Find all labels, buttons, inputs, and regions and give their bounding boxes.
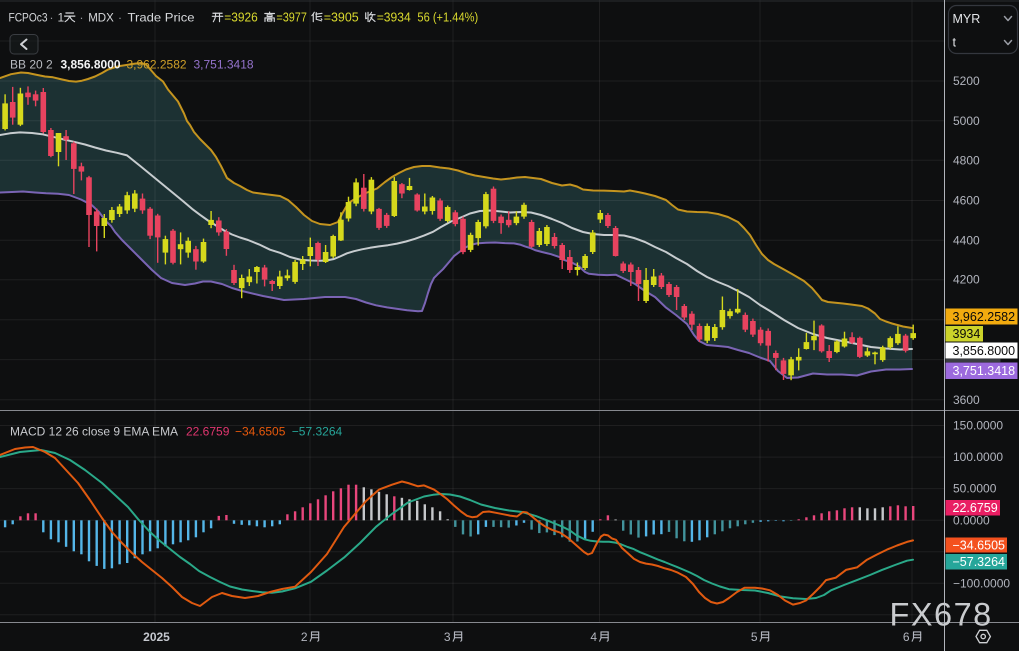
svg-text:2: 2 [301, 630, 308, 644]
svg-text:Trade Price: Trade Price [128, 11, 195, 25]
svg-text:4400: 4400 [953, 233, 980, 247]
svg-text:3,751.3418: 3,751.3418 [953, 364, 1016, 378]
svg-text:−57.3264: −57.3264 [292, 425, 343, 439]
svg-text:5: 5 [751, 630, 758, 644]
svg-text:−34.6505: −34.6505 [953, 538, 1006, 552]
svg-text:5200: 5200 [953, 74, 980, 88]
svg-text:22.6759: 22.6759 [953, 501, 998, 515]
svg-text:5000: 5000 [953, 114, 980, 128]
svg-text:−57.3264: −57.3264 [953, 555, 1006, 569]
svg-text:4800: 4800 [953, 153, 980, 167]
svg-text:100.0000: 100.0000 [953, 450, 1003, 464]
svg-text:6: 6 [903, 630, 910, 644]
svg-text:3,962.2582: 3,962.2582 [127, 58, 187, 72]
svg-text:=3977: =3977 [276, 11, 307, 25]
svg-text:=3905: =3905 [324, 11, 359, 25]
svg-text:t: t [953, 36, 957, 50]
svg-text:BB 20 2: BB 20 2 [10, 58, 53, 72]
svg-text:·: · [118, 11, 122, 25]
svg-text:4600: 4600 [953, 194, 980, 208]
svg-text:FCPOc3: FCPOc3 [9, 11, 48, 25]
svg-text:MDX: MDX [88, 11, 114, 25]
svg-text:−34.6505: −34.6505 [235, 425, 286, 439]
svg-text:FX678: FX678 [890, 597, 993, 633]
svg-text:3,962.2582: 3,962.2582 [953, 310, 1016, 324]
svg-text:1: 1 [58, 11, 65, 25]
svg-text:·: · [50, 11, 54, 25]
svg-text:3,856.8000: 3,856.8000 [61, 58, 121, 72]
svg-text:−100.0000: −100.0000 [953, 576, 1010, 590]
svg-text:3600: 3600 [953, 393, 980, 407]
svg-text:2025: 2025 [143, 630, 170, 644]
svg-text:4200: 4200 [953, 273, 980, 287]
svg-text:3,856.8000: 3,856.8000 [953, 344, 1016, 358]
svg-text:=3926: =3926 [224, 11, 258, 25]
svg-text:150.0000: 150.0000 [953, 419, 1003, 433]
svg-text:MYR: MYR [953, 12, 981, 26]
svg-text:MACD 12 26 close 9 EMA EMA: MACD 12 26 close 9 EMA EMA [10, 425, 178, 439]
svg-text:50.0000: 50.0000 [953, 482, 997, 496]
svg-text:22.6759: 22.6759 [186, 425, 230, 439]
svg-text:3,751.3418: 3,751.3418 [194, 58, 254, 72]
svg-text:=3934: =3934 [377, 11, 411, 25]
svg-text:3934: 3934 [953, 327, 981, 341]
svg-text:56 (+1.44%): 56 (+1.44%) [417, 11, 478, 25]
svg-text:·: · [80, 11, 84, 25]
svg-text:4: 4 [590, 630, 597, 644]
svg-text:3: 3 [444, 630, 451, 644]
